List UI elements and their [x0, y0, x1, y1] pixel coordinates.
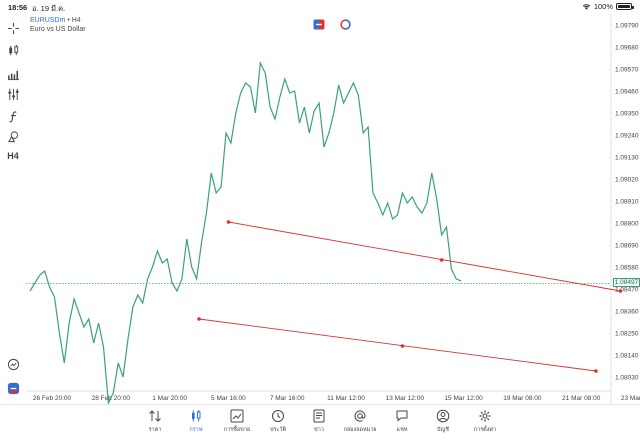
- bottom-nav: ราคา กราฟ การซื้อขาย ประวัติ ข่าว กล่องจ…: [0, 404, 640, 447]
- nav-chat[interactable]: แชท: [381, 409, 423, 434]
- time-tick-label: 5 Mar 16:00: [211, 395, 246, 402]
- price-tick-label: 1.09240: [615, 132, 639, 139]
- price-tick-label: 1.09790: [615, 22, 639, 29]
- nav-account-label: บัญชี: [437, 427, 449, 433]
- price-tick-label: 1.08360: [615, 308, 639, 315]
- arrows-updown-icon: [149, 410, 161, 422]
- trendline-anchor[interactable]: [439, 258, 444, 262]
- price-tick-label: 1.09570: [615, 66, 639, 73]
- time-tick-label: 11 Mar 12:00: [327, 395, 365, 402]
- trade-chart-icon: [230, 409, 244, 423]
- trendline-anchor[interactable]: [400, 344, 405, 348]
- price-series-line: [29, 60, 462, 406]
- trendline-anchor[interactable]: [594, 369, 598, 373]
- nav-trade-label: การซื้อขาย: [223, 427, 251, 433]
- chat-icon: [396, 410, 408, 422]
- nav-chart-label: กราฟ: [189, 427, 203, 433]
- nav-news-label: ข่าว: [314, 427, 324, 433]
- at-icon: [354, 410, 366, 422]
- trendline-anchor[interactable]: [618, 289, 623, 293]
- nav-trade[interactable]: การซื้อขาย: [216, 409, 258, 434]
- account-icon: [436, 409, 450, 423]
- nav-history-label: ประวัติ: [269, 427, 287, 433]
- price-tick-label: 1.09680: [615, 44, 639, 51]
- nav-chat-label: แชท: [396, 427, 408, 433]
- history-icon: [272, 410, 284, 422]
- nav-mailbox-label: กล่องจดหมาย: [343, 427, 377, 433]
- nav-news[interactable]: ข่าว: [298, 409, 340, 434]
- time-tick-label: 23 Mar 08:00: [621, 395, 640, 402]
- time-tick-label: 19 Mar 08:00: [503, 395, 542, 402]
- price-tick-label: 1.08470: [615, 286, 639, 293]
- price-tick-label: 1.09350: [615, 110, 639, 117]
- nav-quotes-label: ราคา: [148, 427, 162, 433]
- trendline-group: [197, 220, 623, 373]
- news-icon: [313, 409, 325, 423]
- price-tick-label: 1.08140: [615, 352, 639, 359]
- time-tick-label: 21 Mar 08:00: [562, 395, 601, 402]
- price-tick-label: 1.09130: [615, 154, 639, 161]
- time-axis: 26 Feb 20:00 28 Feb 20:00 1 Mar 20:00 5 Mar…: [33, 395, 640, 402]
- price-tick-label: 1.08250: [615, 330, 639, 337]
- nav-settings-label: การตั้งค่า: [473, 427, 497, 433]
- time-tick-label: 7 Mar 16:00: [270, 395, 305, 402]
- nav-mailbox[interactable]: กล่องจดหมาย: [339, 409, 381, 434]
- price-tick-label: 1.08030: [615, 374, 639, 381]
- trendline[interactable]: [198, 318, 597, 372]
- price-tick-label: 1.08800: [615, 220, 639, 227]
- nav-settings[interactable]: การตั้งค่า: [464, 409, 506, 434]
- time-tick-label: 13 Mar 12:00: [386, 395, 425, 402]
- price-tick-label: 1.09460: [615, 88, 639, 95]
- nav-account[interactable]: บัญชี: [422, 409, 464, 434]
- candlestick-icon: [192, 410, 201, 422]
- nav-chart[interactable]: กราฟ: [175, 409, 217, 434]
- nav-history[interactable]: ประวัติ: [257, 409, 299, 434]
- trendline-anchor[interactable]: [226, 220, 231, 224]
- gear-icon: [479, 410, 491, 422]
- time-tick-label: 15 Mar 12:00: [444, 395, 483, 402]
- price-tick-label: 1.09020: [615, 176, 639, 183]
- price-tick-label: 1.08690: [615, 242, 639, 249]
- current-price-tag: 1.08497: [613, 278, 640, 287]
- price-axis: 1.09790 1.09680 1.09570 1.09460 1.09350 1.092…: [615, 22, 639, 381]
- price-tick-label: 1.08580: [615, 264, 639, 271]
- price-tick-label: 1.08910: [615, 198, 639, 205]
- trendline-anchor[interactable]: [197, 317, 201, 321]
- price-chart[interactable]: 1.09790 1.09680 1.09570 1.09460 1.09350 1.092…: [0, 0, 640, 447]
- nav-quotes[interactable]: ราคา: [134, 409, 176, 434]
- time-tick-label: 26 Feb 20:00: [33, 395, 72, 402]
- time-tick-label: 1 Mar 20:00: [152, 395, 187, 402]
- trendline[interactable]: [228, 221, 621, 292]
